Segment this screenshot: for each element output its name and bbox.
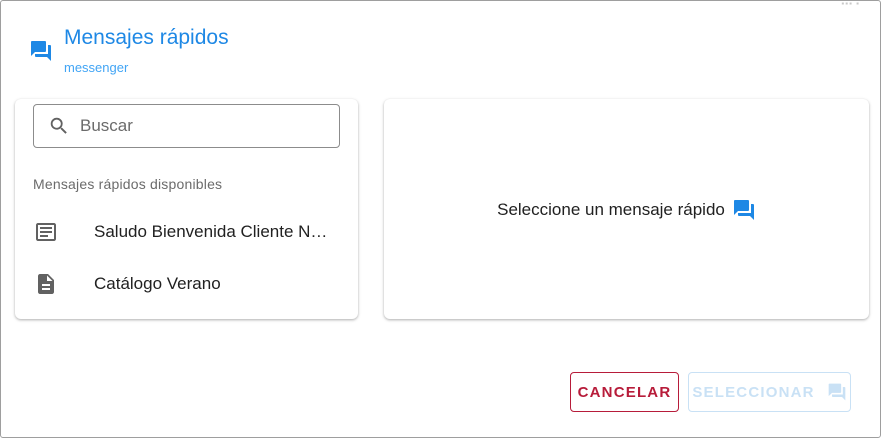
document-icon	[38, 274, 54, 294]
list-item-label: Catálogo Verano	[94, 274, 221, 293]
empty-state: Seleccione un mensaje rápido	[384, 198, 869, 222]
list-item[interactable]: Catálogo Verano	[15, 258, 358, 310]
forum-icon	[31, 41, 51, 61]
forum-icon	[733, 200, 754, 220]
decorative-dots: ▪▪▪ ▪	[841, 0, 860, 8]
select-button[interactable]: SELECCIONAR	[688, 372, 851, 412]
list-item[interactable]: Saludo Bienvenida Cliente Nuevo	[15, 206, 358, 258]
subject-icon	[36, 223, 56, 241]
select-button-label: SELECCIONAR	[692, 383, 815, 401]
quick-messages-dialog: ▪▪▪ ▪ Mensajes rápidos messenger Mensaje…	[0, 0, 881, 438]
search-input[interactable]	[80, 116, 320, 136]
cancel-button[interactable]: CANCELAR	[570, 372, 679, 412]
cancel-button-label: CANCELAR	[577, 383, 672, 401]
search-icon	[50, 117, 67, 134]
message-preview-panel: Seleccione un mensaje rápido	[384, 99, 869, 319]
empty-state-text: Seleccione un mensaje rápido	[497, 200, 725, 219]
forum-icon	[828, 383, 846, 401]
quick-message-list-panel: Mensajes rápidos disponibles Saludo Bien…	[15, 99, 358, 319]
list-item-label: Saludo Bienvenida Cliente Nuevo	[94, 222, 334, 241]
dialog-title: Mensajes rápidos	[64, 26, 229, 49]
list-heading: Mensajes rápidos disponibles	[33, 176, 223, 192]
search-field[interactable]	[33, 104, 340, 148]
dialog-subtitle: messenger	[64, 60, 129, 75]
